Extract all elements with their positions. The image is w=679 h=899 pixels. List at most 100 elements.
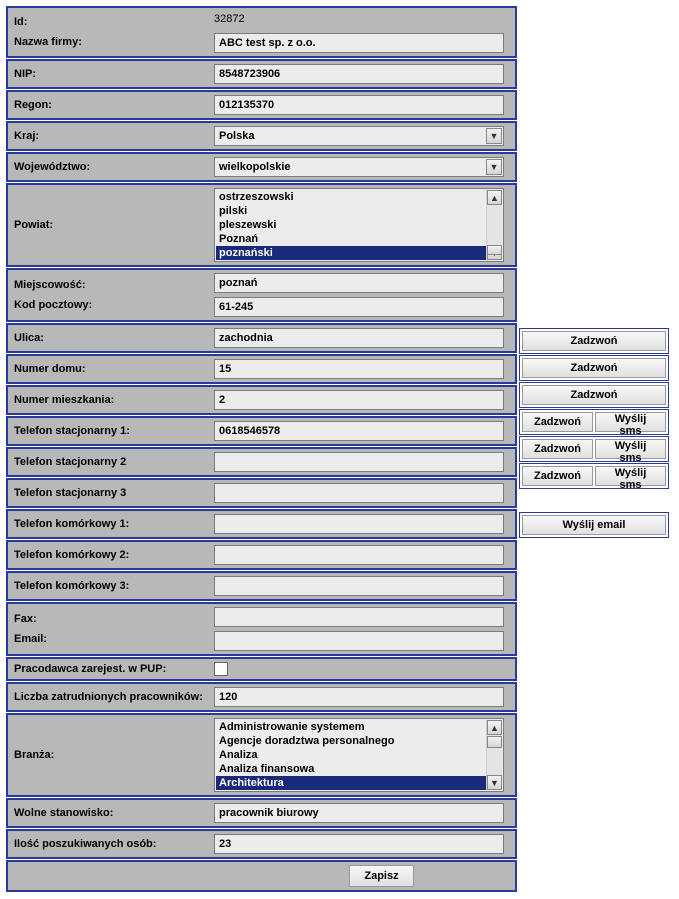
house-input[interactable] — [214, 359, 504, 379]
province-select[interactable]: wielkopolskie ▼ — [214, 157, 504, 177]
mobile2-actions: Zadzwoń Wyślij sms — [519, 436, 669, 462]
label-mobile1: Telefon komórkowy 1: — [14, 518, 204, 530]
vacancy-input[interactable] — [214, 803, 504, 823]
sms-button[interactable]: Wyślij sms — [595, 466, 666, 486]
label-phone3: Telefon stacjonarny 3 — [14, 487, 204, 499]
pup-checkbox[interactable] — [214, 662, 228, 676]
district-listbox[interactable]: ostrzeszowski pilski pleszewski Poznań p… — [214, 188, 504, 262]
row-regon: Regon: — [6, 90, 517, 120]
row-vacancy: Wolne stanowisko: — [6, 798, 517, 828]
list-item[interactable]: Poznań — [216, 232, 502, 246]
sms-button[interactable]: Wyślij sms — [595, 439, 666, 459]
id-value: 32872 — [214, 11, 511, 29]
call-button[interactable]: Zadzwoń — [522, 466, 593, 486]
call-button[interactable]: Zadzwoń — [522, 412, 593, 432]
phone2-actions: Zadzwoń — [519, 355, 669, 381]
postcode-input[interactable] — [214, 297, 504, 317]
row-phone2: Telefon stacjonarny 2 — [6, 447, 517, 477]
label-mobile3: Telefon komórkowy 3: — [14, 580, 204, 592]
scrollbar[interactable]: ▲ ▼ — [486, 190, 502, 260]
save-button[interactable]: Zapisz — [349, 865, 413, 887]
phone3-input[interactable] — [214, 483, 504, 503]
label-email: Email: — [14, 633, 204, 645]
phone1-actions: Zadzwoń — [519, 328, 669, 354]
row-employees: Liczba zatrudnionych pracowników: — [6, 682, 517, 712]
label-country: Kraj: — [14, 130, 204, 142]
row-mobile3: Telefon komórkowy 3: — [6, 571, 517, 601]
label-id: Id: — [14, 16, 204, 28]
label-employees: Liczba zatrudnionych pracowników: — [14, 691, 204, 703]
label-street: Ulica: — [14, 332, 204, 344]
list-item[interactable]: Administrowanie systemem — [216, 720, 502, 734]
row-pup: Pracodawca zarejest. w PUP: — [6, 657, 517, 681]
label-industry: Branża: — [14, 749, 54, 761]
row-city-post: Miejscowość: Kod pocztowy: — [6, 268, 517, 322]
list-item-selected[interactable]: Architektura — [216, 776, 502, 790]
scroll-down-icon[interactable]: ▼ — [487, 775, 502, 790]
row-id-company: Id: Nazwa firmy: 32872 — [6, 6, 517, 58]
list-item[interactable]: pleszewski — [216, 218, 502, 232]
scrollbar[interactable]: ▲ ▼ — [486, 720, 502, 790]
label-pup: Pracodawca zarejest. w PUP: — [14, 663, 204, 675]
call-button[interactable]: Zadzwoń — [522, 358, 666, 378]
mobile3-input[interactable] — [214, 576, 504, 596]
mobile2-input[interactable] — [214, 545, 504, 565]
seekers-input[interactable] — [214, 834, 504, 854]
scroll-thumb[interactable] — [487, 736, 502, 748]
email-actions: Wyślij email — [519, 512, 669, 538]
scroll-up-icon[interactable]: ▲ — [487, 190, 502, 205]
label-vacancy: Wolne stanowisko: — [14, 807, 204, 819]
row-mobile2: Telefon komórkowy 2: — [6, 540, 517, 570]
list-item[interactable]: Analiza — [216, 748, 502, 762]
mobile1-actions: Zadzwoń Wyślij sms — [519, 409, 669, 435]
mobile3-actions: Zadzwoń Wyślij sms — [519, 463, 669, 489]
call-button[interactable]: Zadzwoń — [522, 439, 593, 459]
fax-input[interactable] — [214, 607, 504, 627]
label-province: Województwo: — [14, 161, 204, 173]
row-nip: NIP: — [6, 59, 517, 89]
scroll-thumb[interactable] — [487, 245, 502, 255]
chevron-down-icon: ▼ — [486, 159, 502, 175]
row-phone1: Telefon stacjonarny 1: — [6, 416, 517, 446]
label-postcode: Kod pocztowy: — [14, 299, 204, 311]
actions-column: Zadzwoń Zadzwoń Zadzwoń Zadzwoń Wyślij s… — [519, 6, 669, 893]
row-fax-email: Fax: Email: — [6, 602, 517, 656]
street-input[interactable] — [214, 328, 504, 348]
label-fax: Fax: — [14, 613, 204, 625]
label-seekers: Ilość poszukiwanych osób: — [14, 838, 204, 850]
phone1-input[interactable] — [214, 421, 504, 441]
list-item[interactable]: Analiza finansowa — [216, 762, 502, 776]
sms-button[interactable]: Wyślij sms — [595, 412, 666, 432]
row-house: Numer domu: — [6, 354, 517, 384]
call-button[interactable]: Zadzwoń — [522, 385, 666, 405]
scroll-up-icon[interactable]: ▲ — [487, 720, 502, 735]
row-country: Kraj: Polska ▼ — [6, 121, 517, 151]
list-item[interactable]: pilski — [216, 204, 502, 218]
row-district: Powiat: ostrzeszowski pilski pleszewski … — [6, 183, 517, 267]
industry-listbox[interactable]: Administrowanie systemem Agencje doradzt… — [214, 718, 504, 792]
label-company: Nazwa firmy: — [14, 36, 204, 48]
row-seekers: Ilość poszukiwanych osób: — [6, 829, 517, 859]
list-item-selected[interactable]: poznański — [216, 246, 502, 260]
form-main-column: Id: Nazwa firmy: 32872 NIP: Regon: Kraj:… — [6, 6, 517, 893]
nip-input[interactable] — [214, 64, 504, 84]
label-phone1: Telefon stacjonarny 1: — [14, 425, 204, 437]
city-input[interactable] — [214, 273, 504, 293]
label-nip: NIP: — [14, 68, 204, 80]
list-item[interactable]: Agencje doradztwa personalnego — [216, 734, 502, 748]
row-industry: Branża: Administrowanie systemem Agencje… — [6, 713, 517, 797]
phone2-input[interactable] — [214, 452, 504, 472]
label-mobile2: Telefon komórkowy 2: — [14, 549, 204, 561]
send-email-button[interactable]: Wyślij email — [522, 515, 666, 535]
mobile1-input[interactable] — [214, 514, 504, 534]
call-button[interactable]: Zadzwoń — [522, 331, 666, 351]
employees-input[interactable] — [214, 687, 504, 707]
company-input[interactable] — [214, 33, 504, 53]
list-item[interactable]: ostrzeszowski — [216, 190, 502, 204]
email-input[interactable] — [214, 631, 504, 651]
row-submit: Zapisz — [6, 860, 517, 892]
regon-input[interactable] — [214, 95, 504, 115]
apt-input[interactable] — [214, 390, 504, 410]
country-select[interactable]: Polska ▼ — [214, 126, 504, 146]
phone3-actions: Zadzwoń — [519, 382, 669, 408]
